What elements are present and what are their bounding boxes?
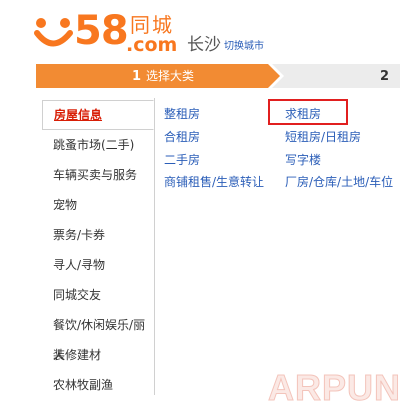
category-item-flea-market[interactable]: 跳蚤市场(二手) <box>42 130 154 160</box>
category-list: 房屋信息 跳蚤市场(二手) 车辆买卖与服务 宠物 票务/卡券 寻人/寻物 同城交… <box>42 98 154 413</box>
category-item-pets[interactable]: 宠物 <box>42 190 154 220</box>
category-item-housing[interactable]: 房屋信息 <box>42 100 154 130</box>
subcategory-second-hand-housing[interactable]: 二手房 <box>164 150 200 170</box>
subcategory-shops-transfer[interactable]: 商铺租售/生意转让 <box>164 172 264 192</box>
category-item-tickets[interactable]: 票务/卡券 <box>42 220 154 250</box>
category-item-lost-and-found[interactable]: 寻人/寻物 <box>42 250 154 280</box>
step-1-text: 选择大类 <box>146 69 195 83</box>
site-logo[interactable]: 58 同城 .com <box>0 0 180 64</box>
category-item-vehicles[interactable]: 车辆买卖与服务 <box>42 160 154 190</box>
category-item-renovation[interactable]: 装修建材 <box>42 340 154 370</box>
logo-domain: .com <box>126 34 178 56</box>
selection-highlight-box <box>268 99 348 125</box>
logo-number: 58 <box>74 8 129 54</box>
step-2-number: 2 <box>380 69 390 84</box>
step-1-number: 1 <box>132 69 142 84</box>
watermark-logo: ARPUN <box>268 367 399 409</box>
subcategory-shared-rent[interactable]: 合租房 <box>164 127 200 147</box>
logo-brand-name: 同城 <box>130 13 174 37</box>
step-2-label: 2 <box>380 64 394 88</box>
site-header: 58 同城 .com 长沙 切换城市 <box>0 0 400 64</box>
category-item-agriculture[interactable]: 农林牧副渔 <box>42 370 154 400</box>
step-progress-bar: 1 选择大类 2 <box>0 64 400 88</box>
subcategory-whole-rent[interactable]: 整租房 <box>164 104 200 124</box>
subcategory-factory-warehouse[interactable]: 厂房/仓库/土地/车位 <box>285 172 393 192</box>
current-city: 长沙 <box>187 35 221 55</box>
subcategory-short-term-rent[interactable]: 短租房/日租房 <box>285 127 361 147</box>
menu-divider <box>154 98 155 395</box>
category-item-dating[interactable]: 同城交友 <box>42 280 154 310</box>
step-1-label: 1 选择大类 <box>132 64 194 88</box>
category-item-food-leisure[interactable]: 餐饮/休闲娱乐/丽人 <box>42 310 154 362</box>
switch-city-link[interactable]: 切换城市 <box>224 41 264 53</box>
watermark-text: ARPUN <box>268 367 398 408</box>
subcategory-office[interactable]: 写字楼 <box>285 150 321 170</box>
smiley-logo-icon <box>34 18 73 47</box>
